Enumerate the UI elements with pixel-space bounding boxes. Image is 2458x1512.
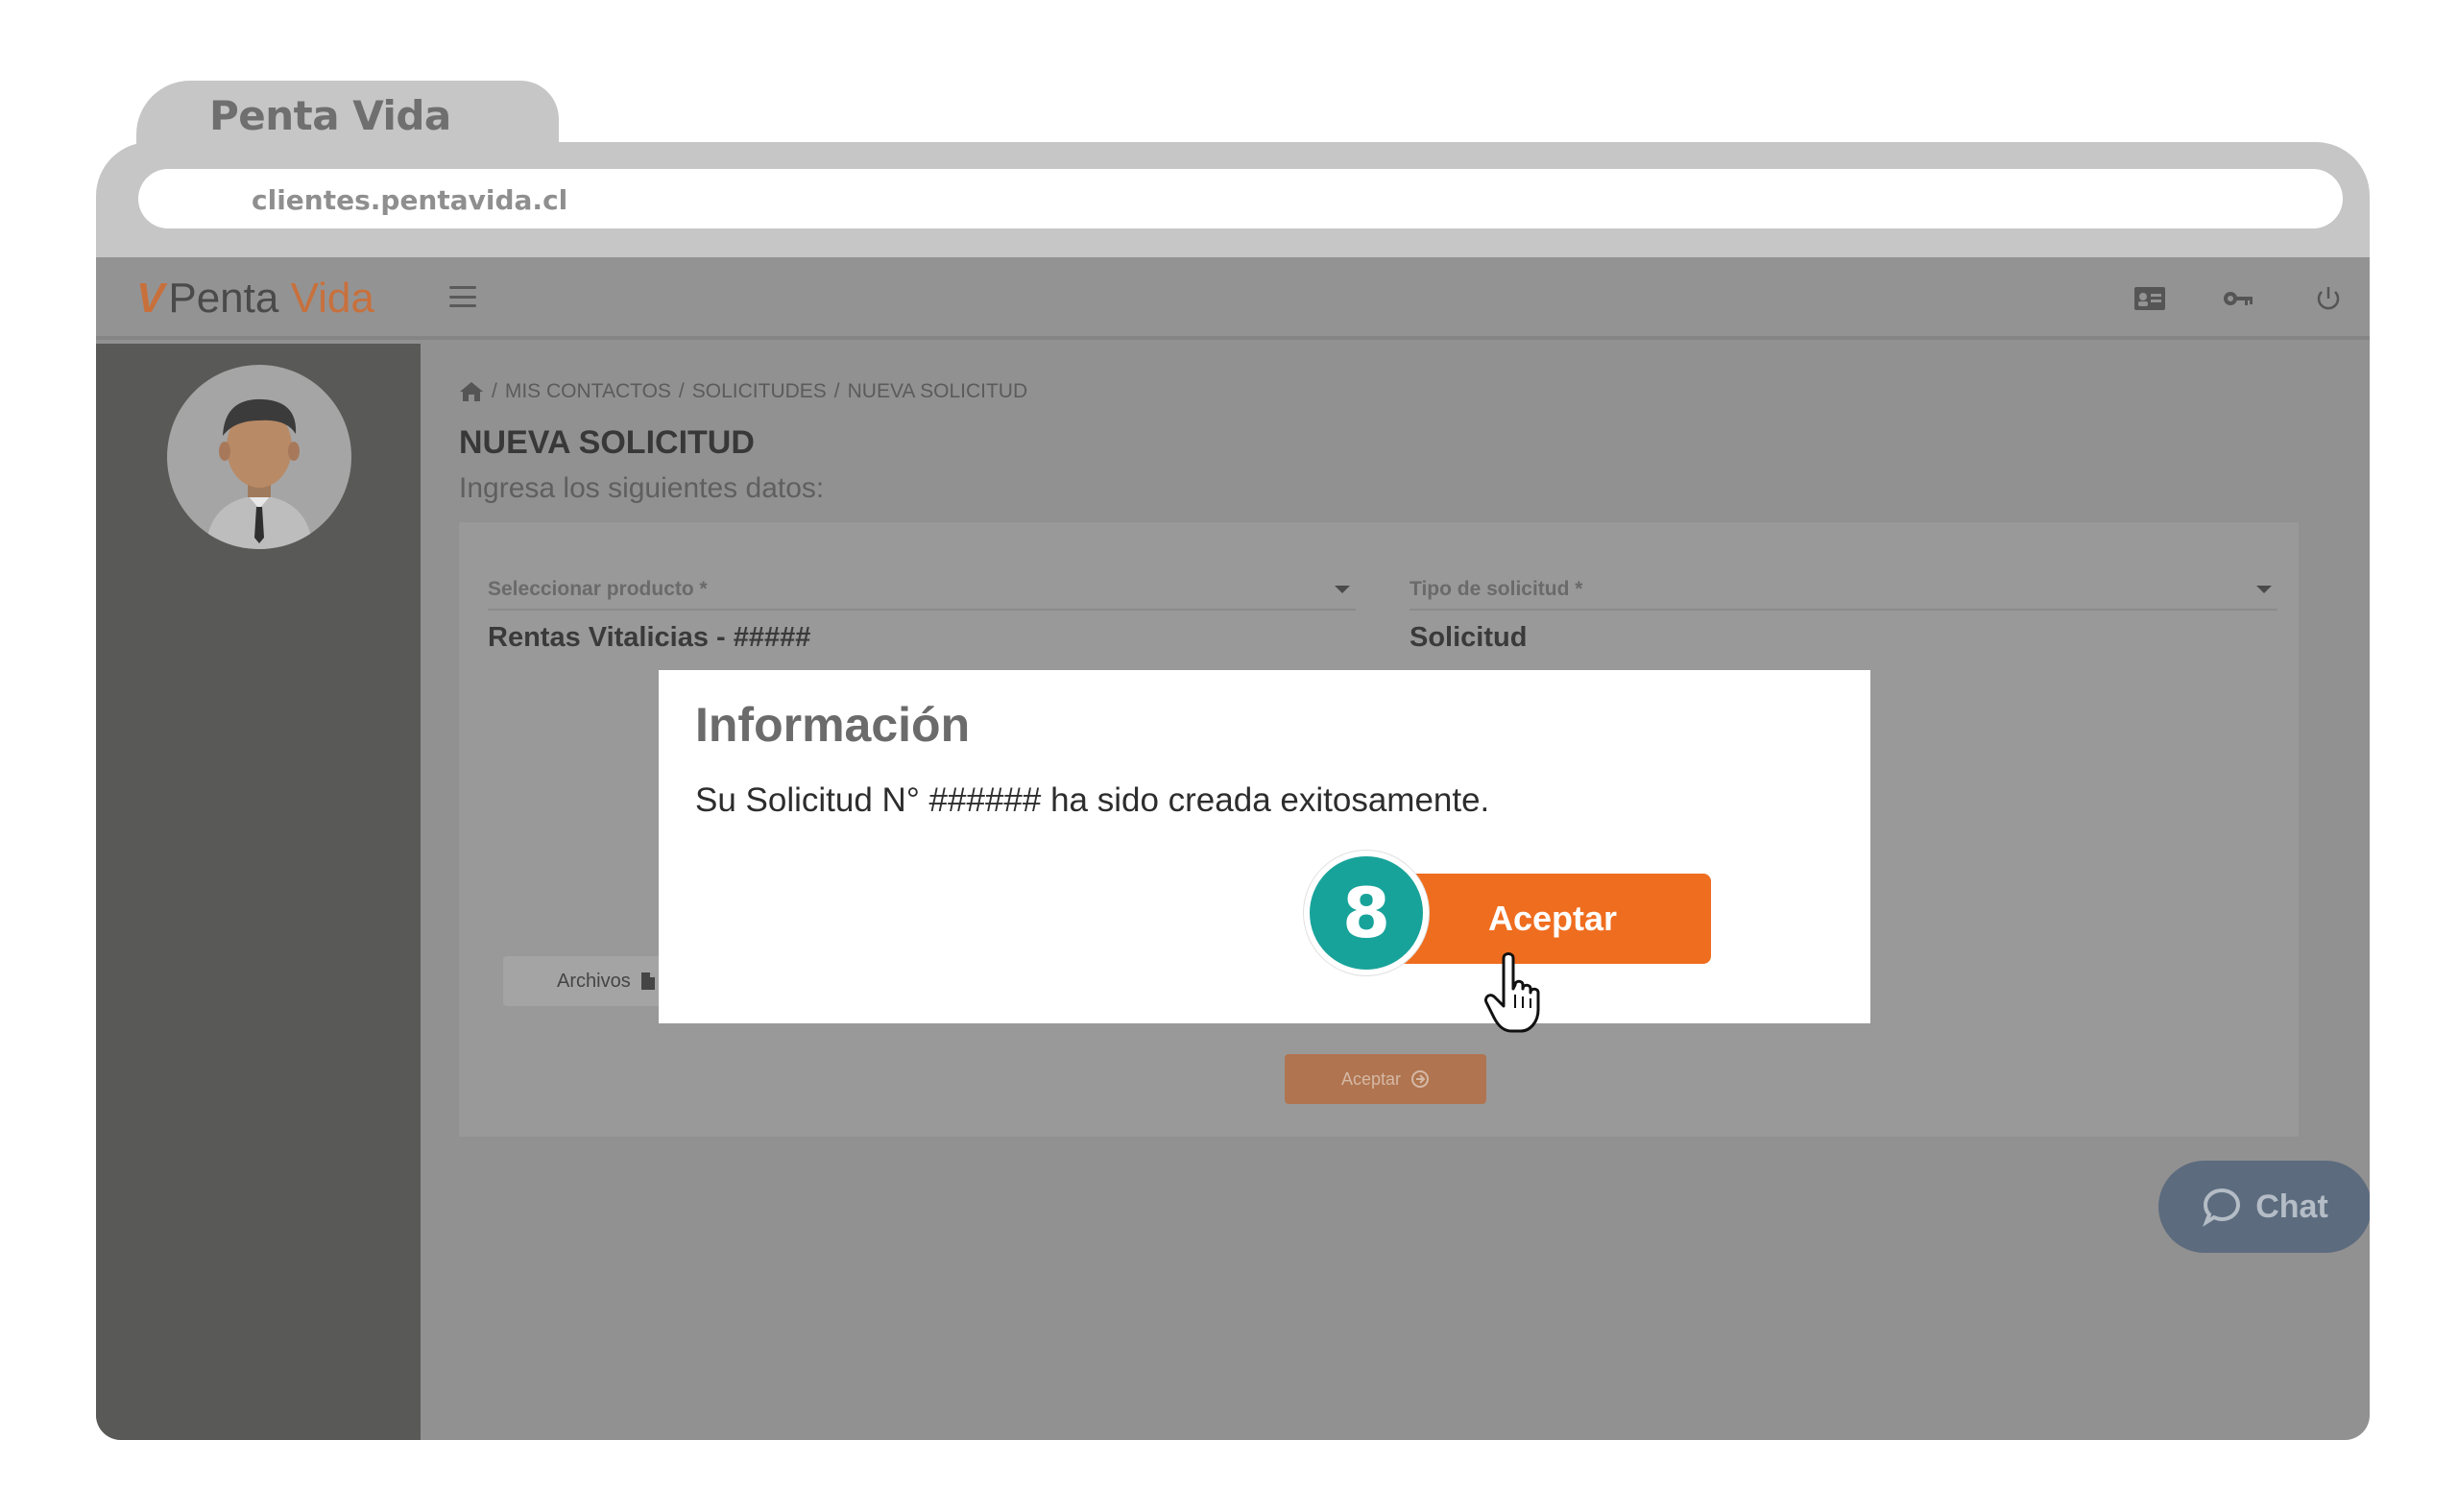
chat-bubble-icon — [2203, 1188, 2241, 1227]
logo-word-vida: Vida — [290, 275, 374, 322]
chevron-down-icon[interactable] — [1335, 586, 1350, 593]
id-card-icon[interactable] — [2133, 284, 2166, 313]
key-icon[interactable] — [2222, 284, 2254, 313]
arrow-circle-right-icon — [1411, 1070, 1430, 1088]
request-type-label: Tipo de solicitud * — [1410, 578, 2277, 611]
product-select-value: Rentas Vitalicias - ##### — [488, 622, 811, 653]
browser-tab-title: Penta Vida — [209, 92, 451, 139]
chat-button[interactable]: Chat — [2158, 1161, 2370, 1253]
menu-icon[interactable] — [449, 286, 476, 307]
form-accept-button[interactable]: Aceptar — [1285, 1054, 1486, 1104]
top-bar: VPenta Vida — [96, 257, 2370, 340]
request-type-label-text: Tipo de solicitud * — [1410, 578, 1583, 600]
page-title: NUEVA SOLICITUD — [459, 424, 755, 461]
form-accept-label: Aceptar — [1340, 1068, 1402, 1089]
breadcrumb: / MIS CONTACTOS / SOLICITUDES / NUEVA SO… — [459, 380, 1027, 403]
logo-mark: V — [136, 275, 165, 322]
home-icon[interactable] — [459, 381, 484, 402]
user-avatar — [167, 365, 351, 549]
breadcrumb-item-new-request: NUEVA SOLICITUD — [847, 380, 1028, 402]
request-type-select[interactable]: Tipo de solicitud * Solicitud — [1410, 578, 2277, 654]
page-subtitle: Ingresa los siguientes datos: — [459, 472, 825, 504]
hand-cursor-icon — [1484, 952, 1540, 1033]
breadcrumb-separator: / — [833, 380, 840, 402]
breadcrumb-item-contacts[interactable]: MIS CONTACTOS — [505, 380, 671, 403]
dialog-message: Su Solicitud N° ###### ha sido creada ex… — [695, 781, 1490, 819]
file-icon — [640, 972, 655, 990]
sidebar — [96, 344, 421, 1440]
breadcrumb-item-requests[interactable]: SOLICITUDES — [692, 380, 827, 403]
product-select[interactable]: Seleccionar producto * Rentas Vitalicias… — [488, 578, 1356, 654]
dialog-title: Información — [695, 698, 971, 752]
product-select-label: Seleccionar producto * — [488, 578, 1356, 611]
info-dialog: Información Su Solicitud N° ###### ha si… — [659, 670, 1870, 1033]
logo[interactable]: VPenta Vida — [136, 275, 374, 323]
power-icon[interactable] — [2312, 284, 2345, 313]
step-number-badge: 8 — [1304, 851, 1429, 975]
chevron-down-icon[interactable] — [2256, 586, 2272, 593]
logo-word-penta: Penta — [168, 275, 279, 322]
chat-label: Chat — [2255, 1188, 2328, 1225]
url-text: clientes.pentavida.cl — [252, 184, 568, 216]
avatar-person-icon — [205, 398, 313, 549]
request-type-value: Solicitud — [1410, 622, 1528, 653]
screen: Penta Vida clientes.pentavida.cl VPenta … — [0, 0, 2458, 1512]
files-button-label: Archivos — [557, 970, 631, 992]
product-select-label-text: Seleccionar producto * — [488, 578, 708, 600]
dialog-accept-label: Aceptar — [1488, 899, 1618, 938]
address-bar[interactable]: clientes.pentavida.cl — [138, 169, 2343, 228]
breadcrumb-separator: / — [492, 380, 497, 402]
breadcrumb-separator: / — [678, 380, 685, 402]
